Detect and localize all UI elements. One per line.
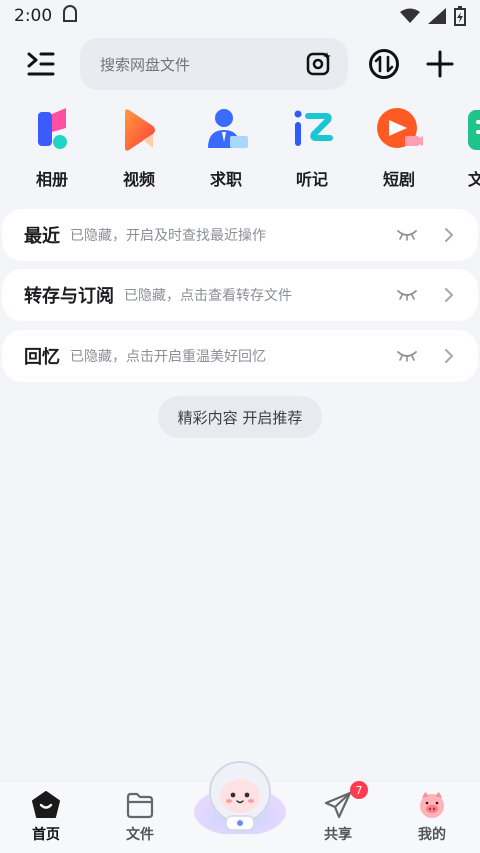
- status-time: 2:00: [14, 6, 53, 26]
- search-input[interactable]: 搜索网盘文件: [80, 38, 348, 90]
- job-person-icon: [208, 109, 248, 148]
- chevron-right-icon: [445, 228, 453, 242]
- app-short-drama[interactable]: 短剧: [369, 104, 429, 190]
- scan-camera-icon[interactable]: [306, 51, 332, 77]
- share-badge: 7: [350, 781, 368, 799]
- app-label: 视频: [122, 170, 155, 189]
- card-recent[interactable]: 最近 已隐藏，开启及时查找最近操作: [2, 209, 478, 261]
- app-label: 听记: [295, 170, 328, 189]
- card-transfer-subscribe[interactable]: 转存与订阅 已隐藏，点击查看转存文件: [2, 269, 478, 321]
- app-label: 相册: [35, 170, 68, 189]
- card-title: 转存与订阅: [24, 286, 114, 307]
- card-desc: 已隐藏，点击查看转存文件: [124, 288, 292, 304]
- app-label: 文: [468, 170, 480, 189]
- chevron-right-icon: [445, 288, 453, 302]
- card-title: 最近: [24, 226, 60, 247]
- photo-album-icon: [38, 108, 67, 149]
- nav-files[interactable]: 文件: [110, 790, 170, 844]
- nav-label: 共享: [324, 827, 352, 843]
- nav-label: 文件: [126, 827, 154, 843]
- status-bar: 2:00: [0, 0, 480, 32]
- enable-recommend-button[interactable]: 精彩内容 开启推荐: [158, 396, 322, 438]
- app-label: 短剧: [382, 170, 415, 189]
- folder-icon: [126, 792, 154, 819]
- top-header: 搜索网盘文件: [0, 36, 480, 92]
- add-button[interactable]: [424, 48, 456, 80]
- mascot-button[interactable]: [190, 754, 290, 836]
- wifi-icon: [400, 8, 420, 23]
- paper-plane-icon: [324, 791, 352, 819]
- menu-button[interactable]: [26, 50, 56, 78]
- app-shortcuts: 相册 视频 求职 听记 短剧 文: [0, 104, 480, 196]
- profile-avatar-icon: [420, 792, 444, 818]
- card-desc: 已隐藏，点击开启重温美好回忆: [70, 349, 266, 365]
- app-album[interactable]: 相册: [22, 104, 82, 190]
- eye-closed-icon[interactable]: [396, 229, 418, 241]
- nav-label: 我的: [418, 827, 446, 843]
- plus-icon: [426, 50, 454, 78]
- nav-home[interactable]: 首页: [16, 790, 76, 844]
- video-play-icon: [125, 109, 155, 151]
- app-document[interactable]: 文: [452, 104, 480, 190]
- app-label: 求职: [209, 170, 242, 189]
- app-job[interactable]: 求职: [196, 104, 256, 190]
- battery-icon: [454, 6, 466, 26]
- app-video[interactable]: 视频: [109, 104, 169, 190]
- card-desc: 已隐藏，开启及时查找最近操作: [70, 228, 266, 244]
- listen-notes-icon: [294, 110, 333, 146]
- app-listen-notes[interactable]: 听记: [282, 104, 342, 190]
- card-title: 回忆: [24, 347, 60, 368]
- document-icon: [468, 110, 480, 150]
- chevron-right-icon: [445, 349, 453, 363]
- search-placeholder: 搜索网盘文件: [100, 55, 191, 74]
- signal-icon: [428, 8, 446, 24]
- menu-icon: [27, 52, 55, 76]
- transfer-icon: [369, 49, 399, 79]
- card-memories[interactable]: 回忆 已隐藏，点击开启重温美好回忆: [2, 330, 478, 382]
- astronaut-mascot-icon: [194, 761, 286, 836]
- status-icons: [400, 6, 466, 26]
- transfer-button[interactable]: [368, 48, 400, 80]
- nav-mine[interactable]: 我的: [402, 790, 462, 844]
- nav-label: 首页: [32, 827, 60, 843]
- home-icon: [32, 791, 60, 818]
- eye-closed-icon[interactable]: [396, 350, 418, 362]
- short-drama-icon: [377, 108, 423, 148]
- eye-closed-icon[interactable]: [396, 289, 418, 301]
- notification-icon: [62, 4, 78, 28]
